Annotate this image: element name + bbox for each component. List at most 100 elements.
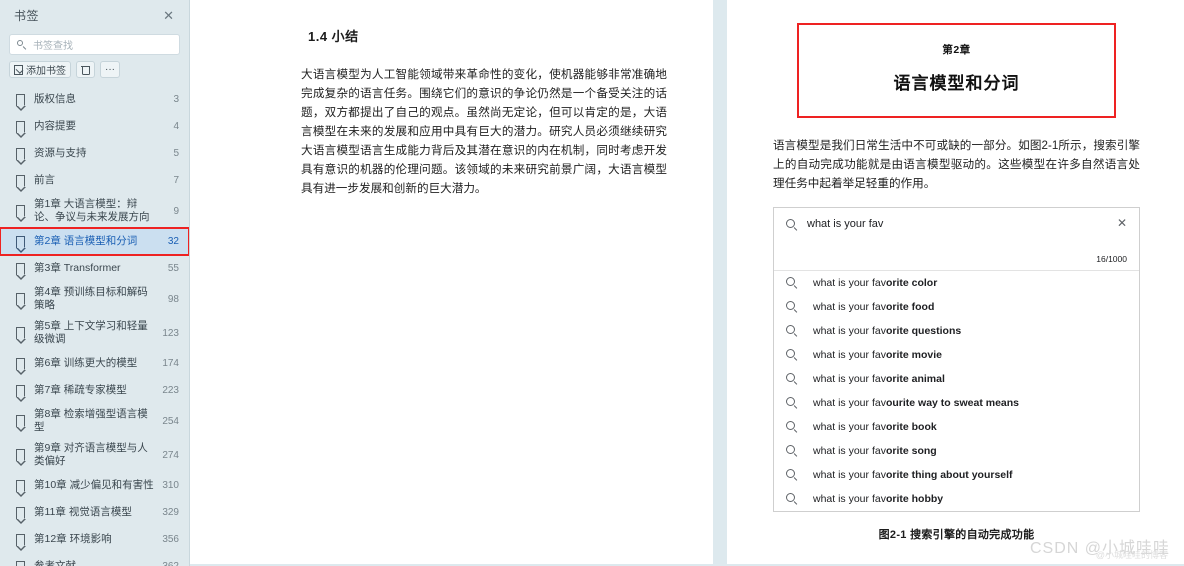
bookmark-item[interactable]: 参考文献 362 [0, 553, 189, 566]
bookmark-item-page: 4 [173, 121, 179, 132]
more-options-button[interactable]: ··· [100, 61, 120, 78]
suggestion-prefix: what is your fav [813, 373, 886, 385]
bookmark-list[interactable]: 版权信息 3 内容提要 4 资源与支持 5 前言 7 第1章 大语言模型：辩论、争议与未来发展方… [0, 82, 189, 566]
bookmark-item-page: 223 [162, 385, 179, 396]
bookmark-item[interactable]: 第7章 稀疏专家模型 223 [0, 377, 189, 404]
add-bookmark-label: 添加书签 [26, 66, 66, 77]
page-gutter [713, 0, 727, 566]
suggestion-prefix: what is your fav [813, 397, 886, 409]
bookmark-icon [15, 174, 26, 192]
bookmark-item[interactable]: 第3章 Transformer 55 [0, 255, 189, 282]
bookmark-item[interactable]: 第10章 减少偏见和有害性 310 [0, 472, 189, 499]
delete-bookmark-button[interactable] [76, 61, 95, 78]
bookmark-toolbar: 添加书签 ··· [0, 55, 189, 82]
bookmark-item[interactable]: 第11章 视觉语言模型 329 [0, 499, 189, 526]
figure-search-autocomplete: what is your fav ✕ 16/1000 what is your … [773, 207, 1140, 512]
suggestion-completion: orite color [885, 277, 938, 289]
bookmark-item-label: 版权信息 [34, 93, 76, 105]
bookmark-item[interactable]: 第9章 对齐语言模型与人类偏好 274 [0, 438, 189, 472]
bookmark-icon [15, 384, 26, 402]
search-icon [786, 445, 798, 457]
suggestion-completion: orite questions [885, 325, 962, 337]
bookmark-search-container: 书签查找 [0, 30, 189, 55]
suggestion-item-text: what is your favorite food [813, 301, 934, 313]
suggestion-item[interactable]: what is your favorite animal [774, 367, 1139, 391]
bookmark-icon [15, 327, 26, 344]
search-icon [786, 397, 798, 409]
bookmark-item-label: 第12章 环境影响 [34, 533, 112, 545]
figure-caption: 图2-1 搜索引擎的自动完成功能 [878, 529, 1035, 541]
suggestion-item[interactable]: what is your favorite thing about yourse… [774, 463, 1139, 487]
bookmarks-sidebar: 书签 ✕ 书签查找 添加书签 ··· 版权信息 3 内容提要 4 资源与支持 5 前言 7 第1… [0, 0, 190, 566]
bookmark-item[interactable]: 版权信息 3 [0, 86, 189, 113]
search-icon [786, 469, 798, 481]
search-icon [786, 349, 798, 361]
bookmark-item-label: 第11章 视觉语言模型 [34, 506, 132, 518]
viewer-left-margin [190, 0, 257, 566]
add-bookmark-button[interactable]: 添加书签 [9, 61, 71, 78]
suggestion-item[interactable]: what is your favorite movie [774, 343, 1139, 367]
sidebar-title: 书签 [14, 8, 40, 23]
bookmark-item[interactable]: 第8章 检索增强型语言模型 254 [0, 404, 189, 438]
search-icon [786, 373, 798, 385]
bookmark-item[interactable]: 前言 7 [0, 167, 189, 194]
bookmark-item-label: 第2章 语言模型和分词 [34, 235, 138, 247]
suggestion-item[interactable]: what is your favorite book [774, 415, 1139, 439]
bookmark-item[interactable]: 资源与支持 5 [0, 140, 189, 167]
suggestion-item[interactable]: what is your favourite way to sweat mean… [774, 391, 1139, 415]
suggestion-item[interactable]: what is your favorite hobby [774, 487, 1139, 511]
suggestion-item[interactable]: what is your favorite questions [774, 319, 1139, 343]
bookmark-search-input[interactable]: 书签查找 [9, 34, 180, 55]
chapter-title-highlight-box: 第2章 语言模型和分词 [797, 23, 1116, 118]
search-icon [786, 219, 798, 231]
search-icon [786, 493, 798, 505]
bookmark-item-label: 第8章 检索增强型语言模型 [34, 408, 148, 433]
bookmark-item-label: 第6章 训练更大的模型 [34, 357, 138, 369]
bookmark-icon [15, 357, 26, 375]
suggestion-completion: orite food [885, 301, 935, 313]
bookmark-item-page: 356 [162, 534, 179, 545]
bookmark-item[interactable]: 第2章 语言模型和分词 32 [0, 227, 189, 256]
bookmark-item-page: 310 [162, 480, 179, 491]
sidebar-header: 书签 ✕ [0, 0, 189, 30]
bookmark-icon [15, 479, 26, 497]
suggestion-item-text: what is your favorite song [813, 445, 937, 457]
bookmark-item[interactable]: 内容提要 4 [0, 113, 189, 140]
bookmark-item[interactable]: 第6章 训练更大的模型 174 [0, 350, 189, 377]
suggestion-item-text: what is your favorite thing about yourse… [813, 469, 1013, 481]
trash-icon [81, 65, 90, 75]
document-viewer[interactable]: 1.4 小结 大语言模型为人工智能领域带来革命性的变化，使机器能够非常准确地完成… [190, 0, 1184, 566]
figure-search-bar: what is your fav ✕ 16/1000 [774, 208, 1139, 271]
bookmark-item-label: 资源与支持 [34, 147, 87, 159]
bookmark-item-label: 内容提要 [34, 120, 76, 132]
add-bookmark-icon [14, 64, 23, 75]
bookmark-item[interactable]: 第1章 大语言模型：辩论、争议与未来发展方向 9 [0, 194, 189, 228]
document-page-right: 第2章 语言模型和分词 语言模型是我们日常生活中不可或缺的一部分。如图2-1所示… [727, 0, 1184, 566]
search-icon [786, 421, 798, 433]
suggestion-prefix: what is your fav [813, 421, 886, 433]
bookmark-item-page: 362 [161, 561, 179, 566]
suggestion-item[interactable]: what is your favorite food [774, 295, 1139, 319]
bookmark-icon [15, 235, 26, 253]
suggestion-item[interactable]: what is your favorite color [774, 271, 1139, 295]
bookmark-item-page: 98 [167, 293, 179, 305]
bookmark-item-label: 第4章 预训练目标和解码策略 [34, 286, 148, 311]
bookmark-icon [15, 93, 26, 111]
suggestion-item-text: what is your favorite hobby [813, 493, 943, 505]
bookmark-icon [15, 506, 26, 524]
search-icon [786, 277, 798, 289]
bookmark-search-placeholder: 书签查找 [33, 41, 73, 52]
suggestion-completion: orite animal [885, 373, 945, 385]
suggestion-item[interactable]: what is your favorite song [774, 439, 1139, 463]
bookmark-item[interactable]: 第12章 环境影响 356 [0, 526, 189, 553]
suggestion-completion: orite book [885, 421, 937, 433]
suggestion-prefix: what is your fav [813, 349, 886, 361]
section-paragraph: 大语言模型为人工智能领域带来革命性的变化，使机器能够非常准确地完成复杂的语言任务… [301, 68, 667, 195]
close-icon[interactable]: ✕ [160, 7, 177, 24]
suggestion-item-text: what is your favourite way to sweat mean… [813, 397, 1019, 409]
suggestion-completion: ourite way to sweat means [885, 397, 1019, 409]
bookmark-item[interactable]: 第5章 上下文学习和轻量级微调 123 [0, 316, 189, 350]
close-icon: ✕ [1116, 216, 1127, 230]
bookmark-item[interactable]: 第4章 预训练目标和解码策略 98 [0, 282, 189, 316]
suggestion-item-text: what is your favorite animal [813, 373, 945, 385]
